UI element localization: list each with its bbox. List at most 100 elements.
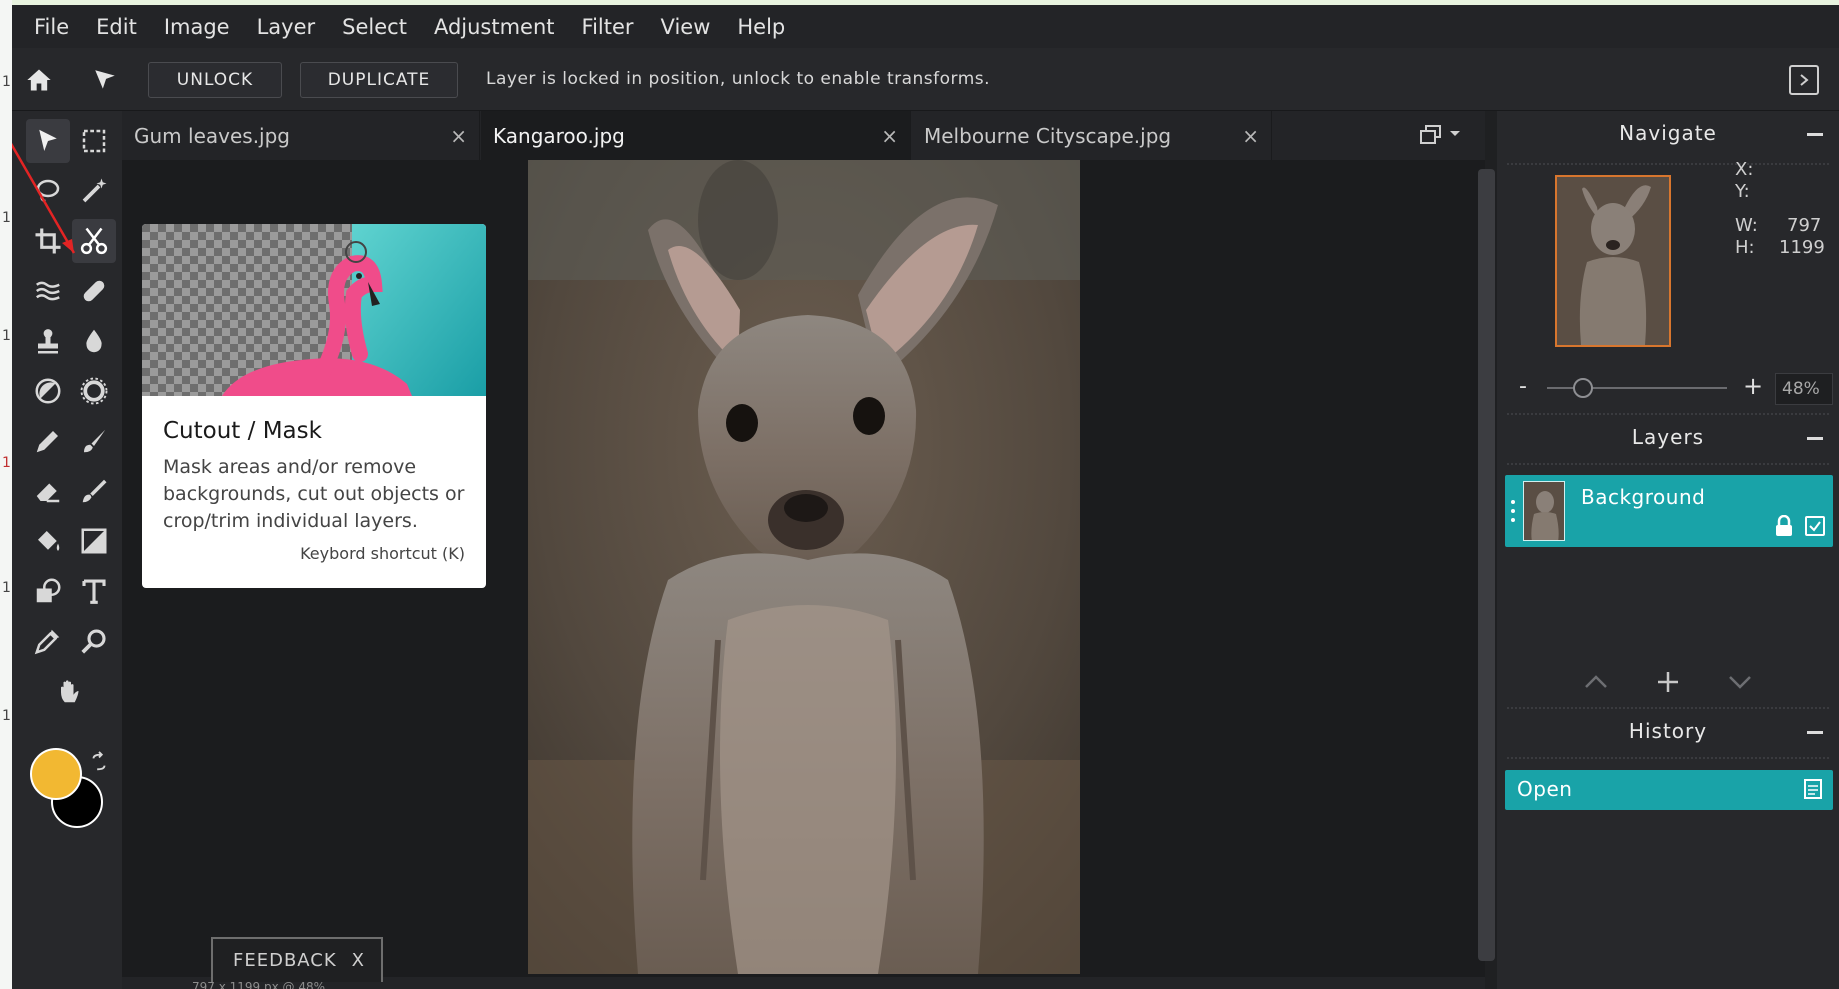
sponge-icon[interactable]: [72, 369, 116, 413]
menu-adjustment[interactable]: Adjustment: [434, 15, 555, 39]
layer-actions: [1497, 669, 1839, 699]
annotation-arrow: [12, 142, 76, 254]
document-icon: [1803, 778, 1823, 804]
healing-bandage-icon[interactable]: [72, 269, 116, 313]
swap-colors-icon[interactable]: [88, 751, 110, 773]
menu-edit[interactable]: Edit: [96, 15, 137, 39]
cutout-mask-tooltip: Cutout / Mask Mask areas and/or remove b…: [142, 224, 486, 588]
paint-bucket-icon[interactable]: [26, 519, 70, 563]
tooltip-description: Mask areas and/or remove backgrounds, cu…: [163, 456, 465, 532]
width-label: W:: [1735, 215, 1758, 236]
gutter-number: 1: [2, 708, 11, 724]
brush-icon[interactable]: [72, 419, 116, 463]
menu-select[interactable]: Select: [342, 15, 407, 39]
height-value: 1199: [1779, 237, 1825, 258]
navigate-collapse-icon[interactable]: [1807, 133, 1823, 136]
panel-divider: [1507, 463, 1829, 465]
tab-label: Gum leaves.jpg: [134, 123, 290, 148]
window-arrange-icon[interactable]: [1419, 123, 1461, 145]
drag-handle-icon: [1511, 500, 1515, 522]
width-value: 797: [1787, 215, 1822, 236]
menu-help[interactable]: Help: [737, 15, 785, 39]
zoom-out-button[interactable]: -: [1519, 374, 1527, 399]
tab-melbourne-cityscape[interactable]: Melbourne Cityscape.jpg ×: [912, 111, 1272, 160]
lock-status-message: Layer is locked in position, unlock to e…: [486, 69, 991, 89]
tab-kangaroo[interactable]: Kangaroo.jpg ×: [481, 111, 911, 160]
eyedropper-icon[interactable]: [26, 619, 70, 663]
gutter-number: 1: [2, 210, 11, 226]
move-arrow-icon[interactable]: [88, 64, 122, 96]
zoom-in-button[interactable]: +: [1743, 372, 1763, 400]
tab-close-icon[interactable]: ×: [881, 124, 898, 148]
height-label: H:: [1735, 237, 1755, 258]
add-layer-icon[interactable]: [1655, 669, 1681, 695]
history-item-label: Open: [1517, 777, 1573, 801]
cursor-y-label: Y:: [1735, 181, 1750, 202]
clone-stamp-icon[interactable]: [26, 319, 70, 363]
gutter-number: 1: [2, 328, 11, 344]
feedback-label: FEEDBACK: [233, 950, 337, 971]
zoom-percent-input[interactable]: 48%: [1775, 373, 1833, 405]
tooltip-shortcut: Keybord shortcut (K): [300, 544, 465, 563]
visibility-checkbox-icon[interactable]: [1805, 516, 1825, 536]
history-collapse-icon[interactable]: [1807, 731, 1823, 734]
tab-close-icon[interactable]: ×: [1242, 124, 1259, 148]
document-tabs: Gum leaves.jpg × Kangaroo.jpg × Melbourn…: [122, 111, 1485, 160]
menu-layer[interactable]: Layer: [257, 15, 316, 39]
menu-file[interactable]: File: [34, 15, 69, 39]
menu-bar: File Edit Image Layer Select Adjustment …: [12, 5, 1839, 48]
zoom-slider-handle[interactable]: [1573, 378, 1593, 398]
gutter-number: 1: [2, 455, 11, 471]
zoom-icon[interactable]: [72, 619, 116, 663]
history-item-open[interactable]: Open: [1505, 770, 1833, 810]
history-title: History: [1628, 719, 1708, 743]
layers-title: Layers: [1631, 425, 1705, 449]
layer-thumbnail: [1523, 481, 1565, 541]
eraser-icon[interactable]: [26, 469, 70, 513]
move-layer-up-icon[interactable]: [1583, 671, 1609, 691]
liquify-icon[interactable]: [26, 269, 70, 313]
menu-filter[interactable]: Filter: [582, 15, 634, 39]
navigate-title: Navigate: [1619, 121, 1717, 145]
foreground-color-swatch[interactable]: [30, 748, 82, 800]
tab-gum-leaves[interactable]: Gum leaves.jpg ×: [122, 111, 480, 160]
tab-close-icon[interactable]: ×: [450, 124, 467, 148]
photo-editor-app: File Edit Image Layer Select Adjustment …: [12, 5, 1839, 989]
panel-toggle-icon[interactable]: [1789, 65, 1819, 95]
pencil-icon[interactable]: [26, 419, 70, 463]
dodge-icon[interactable]: [26, 369, 70, 413]
menu-image[interactable]: Image: [164, 15, 230, 39]
tab-label: Kangaroo.jpg: [493, 123, 625, 148]
smudge-icon[interactable]: [72, 469, 116, 513]
layers-collapse-icon[interactable]: [1807, 437, 1823, 440]
canvas-image-kangaroo[interactable]: [528, 160, 1080, 974]
gutter-number: 1: [2, 580, 11, 596]
panel-divider: [1507, 163, 1829, 165]
blur-drop-icon[interactable]: [72, 319, 116, 363]
options-bar: UNLOCK DUPLICATE Layer is locked in posi…: [12, 48, 1839, 111]
chevron-down-icon: [1450, 131, 1460, 136]
panel-divider: [1507, 413, 1829, 415]
cursor-x-label: X:: [1735, 159, 1754, 180]
gutter-number: 1: [2, 74, 11, 90]
duplicate-button[interactable]: DUPLICATE: [300, 62, 458, 98]
home-icon[interactable]: [22, 64, 56, 96]
text-icon[interactable]: [72, 569, 116, 613]
zoom-controls: - + 48%: [1497, 369, 1839, 409]
panel-divider: [1507, 707, 1829, 709]
layer-item-background[interactable]: Background: [1505, 475, 1833, 547]
shape-icon[interactable]: [26, 569, 70, 613]
right-panel: Navigate X: Y: W: 797 H: 1199 - + 48% La…: [1497, 111, 1839, 989]
feedback-button[interactable]: FEEDBACK X: [211, 937, 383, 982]
unlock-button[interactable]: UNLOCK: [148, 62, 282, 98]
lock-icon[interactable]: [1775, 514, 1793, 541]
hand-icon[interactable]: [49, 669, 93, 713]
vertical-scrollbar[interactable]: [1478, 169, 1495, 961]
feedback-close-icon[interactable]: X: [352, 950, 365, 971]
navigator-thumbnail[interactable]: [1555, 175, 1671, 347]
gradient-icon[interactable]: [72, 519, 116, 563]
menu-view[interactable]: View: [661, 15, 711, 39]
flamingo-illustration: [142, 224, 486, 396]
move-layer-down-icon[interactable]: [1727, 673, 1753, 693]
tab-label: Melbourne Cityscape.jpg: [924, 123, 1172, 148]
